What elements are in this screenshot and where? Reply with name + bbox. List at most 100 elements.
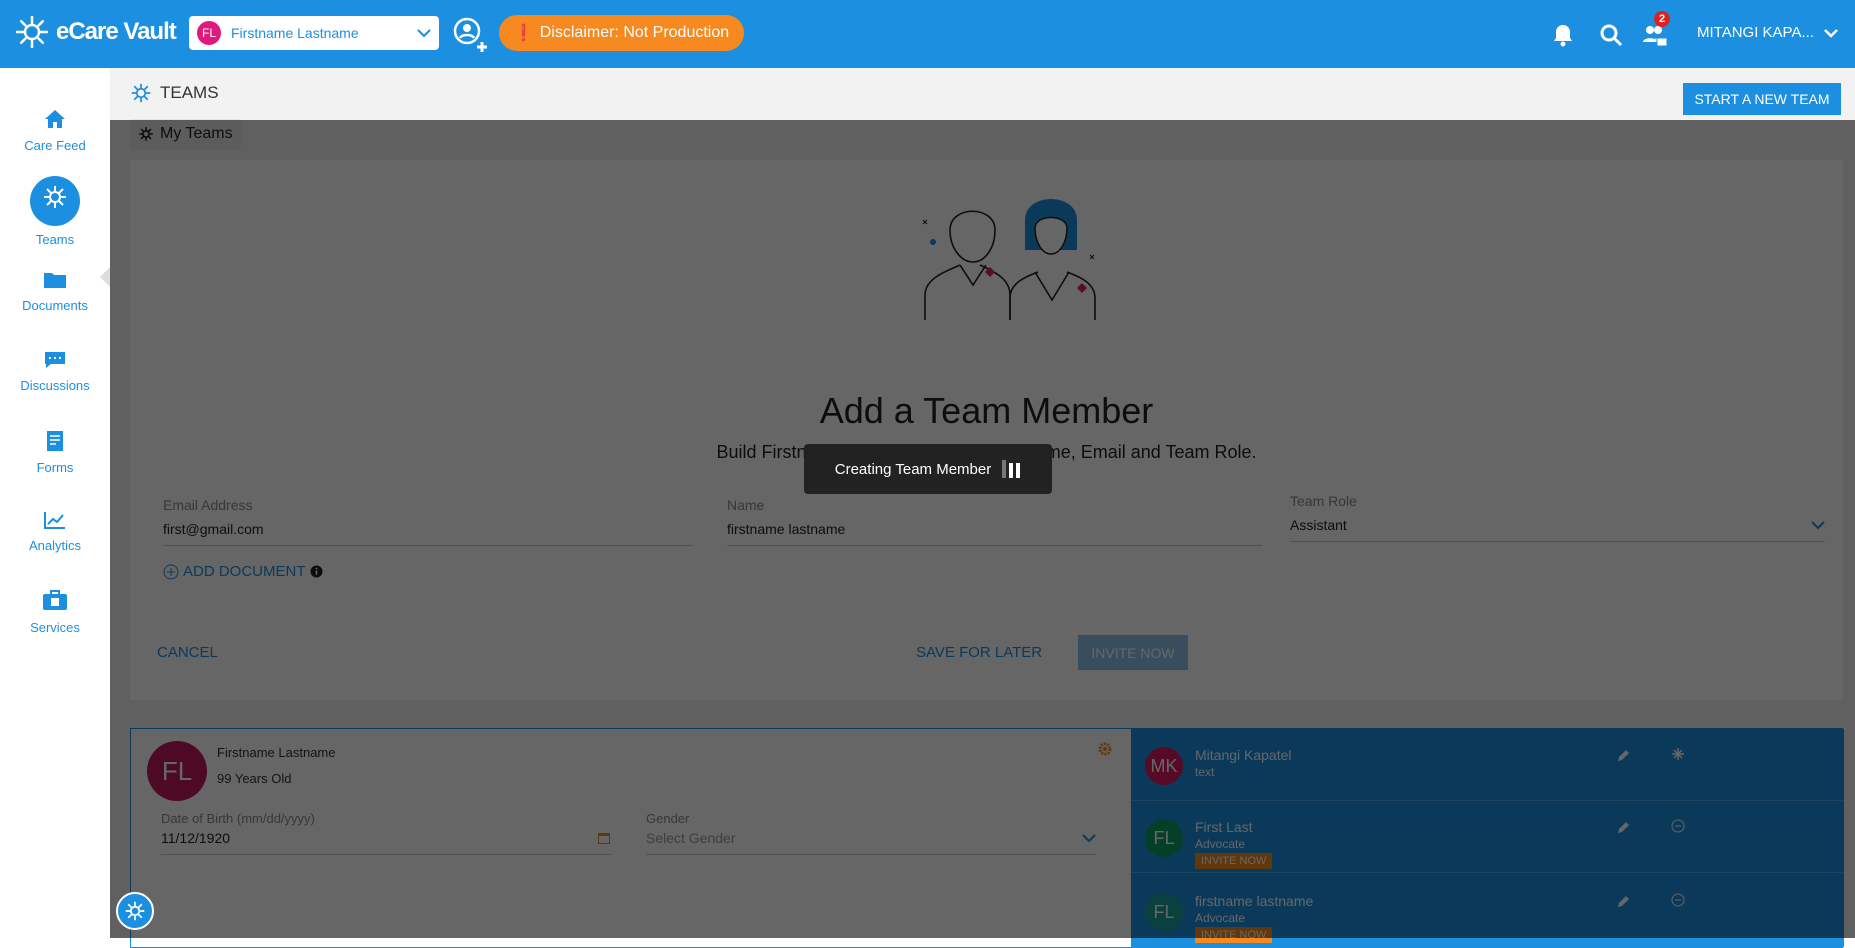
- teams-active-indicator: [30, 176, 80, 226]
- calendar-icon[interactable]: [597, 831, 611, 845]
- gender-dropdown[interactable]: Select Gender: [646, 830, 1096, 855]
- member-card: FL Firstname Lastname 99 Years Old Date …: [130, 728, 1844, 948]
- invite-now-button[interactable]: INVITE NOW: [1078, 635, 1188, 670]
- dob-value: 11/12/1920: [161, 830, 231, 846]
- person-age: 99 Years Old: [217, 771, 292, 786]
- chevron-down-icon: [417, 29, 431, 38]
- disclaimer-badge: ❗ Disclaimer: Not Production: [499, 15, 744, 51]
- gear-icon[interactable]: [1097, 741, 1113, 757]
- teams-icon: [131, 83, 151, 103]
- invite-now-badge[interactable]: INVITE NOW: [1195, 853, 1273, 869]
- disclaimer-text: Disclaimer: Not Production: [539, 24, 730, 41]
- avatar: FL: [1145, 819, 1183, 857]
- app-logo[interactable]: eCare Vault: [14, 14, 177, 50]
- folder-icon: [44, 273, 66, 288]
- user-menu[interactable]: MITANGI KAPA...: [1697, 24, 1838, 41]
- sidebar-item-label: Discussions: [20, 378, 90, 393]
- person-selector[interactable]: FL Firstname Lastname: [189, 16, 439, 50]
- main-content: TEAMS START A NEW TEAM My Teams Add a Te…: [110, 68, 1855, 948]
- email-input[interactable]: first@gmail.com: [163, 521, 693, 546]
- toast-text: Creating Team Member: [834, 460, 992, 478]
- chevron-down-icon: [1082, 834, 1096, 843]
- help-fab[interactable]: [116, 892, 154, 930]
- sidebar-item-analytics[interactable]: Analytics: [0, 510, 110, 553]
- member-role: text: [1195, 765, 1215, 779]
- name-value: firstname lastname: [727, 521, 846, 537]
- team-members-list: MK Mitangi Kapatel text FL First Last Ad…: [1131, 729, 1844, 947]
- email-field[interactable]: Email Address first@gmail.com: [163, 497, 693, 546]
- dob-field[interactable]: Date of Birth (mm/dd/yyyy) 11/12/1920: [161, 811, 611, 855]
- list-item[interactable]: FL firstname lastname Advocate INVITE NO…: [1131, 875, 1844, 947]
- add-person-icon[interactable]: [450, 15, 490, 55]
- member-name: First Last: [1195, 819, 1253, 835]
- pencil-icon[interactable]: [1616, 895, 1630, 909]
- remove-icon[interactable]: [1671, 893, 1685, 907]
- dob-input[interactable]: 11/12/1920: [161, 830, 611, 855]
- role-dropdown[interactable]: Assistant: [1290, 517, 1825, 542]
- home-icon: [45, 110, 65, 128]
- exclamation-icon: ❗: [513, 25, 534, 42]
- snowflake-icon: [1672, 748, 1684, 760]
- pencil-icon[interactable]: [1616, 749, 1630, 763]
- sidebar-item-label: Services: [30, 620, 80, 635]
- person-name: Firstname Lastname: [217, 745, 336, 760]
- sidebar-item-documents[interactable]: Documents: [0, 270, 110, 313]
- info-icon[interactable]: [310, 565, 323, 578]
- sidebar-item-label: Analytics: [28, 538, 82, 553]
- sidebar-item-forms[interactable]: Forms: [0, 430, 110, 475]
- role-label: Team Role: [1290, 493, 1357, 509]
- member-role: Advocate: [1195, 837, 1246, 851]
- team-role-select[interactable]: Team Role Assistant: [1290, 493, 1825, 542]
- save-for-later-button[interactable]: SAVE FOR LATER: [916, 644, 1042, 661]
- team-illustration-icon: [922, 199, 1096, 320]
- chevron-down-icon: [1824, 28, 1838, 38]
- sidebar-item-teams[interactable]: Teams: [0, 176, 110, 247]
- invites-badge: 2: [1654, 11, 1670, 27]
- sidebar-item-services[interactable]: Services: [0, 588, 110, 635]
- add-document-label: ADD DOCUMENT: [183, 563, 306, 580]
- invite-now-badge[interactable]: INVITE NOW: [1195, 927, 1273, 943]
- name-label: Name: [727, 497, 765, 513]
- bell-icon[interactable]: [1550, 22, 1576, 48]
- start-new-team-button[interactable]: START A NEW TEAM: [1683, 83, 1841, 115]
- form-icon: [47, 431, 63, 451]
- plus-circle-icon: [163, 564, 179, 579]
- pencil-icon[interactable]: [1616, 821, 1630, 835]
- snowflake-icon: [125, 901, 145, 921]
- search-icon[interactable]: [1598, 22, 1624, 48]
- briefcase-icon: [43, 590, 67, 610]
- dob-label: Date of Birth (mm/dd/yyyy): [161, 811, 315, 826]
- email-label: Email Address: [163, 497, 253, 513]
- sidebar-item-discussions[interactable]: Discussions: [0, 350, 110, 393]
- name-field[interactable]: Name firstname lastname: [727, 497, 1262, 546]
- name-input[interactable]: firstname lastname: [727, 521, 1262, 546]
- sidebar-item-label: Care Feed: [24, 138, 86, 153]
- sidebar-item-label: Teams: [35, 232, 75, 247]
- gender-placeholder: Select Gender: [646, 830, 736, 846]
- form-title: Add a Team Member: [819, 390, 1154, 431]
- cancel-button[interactable]: CANCEL: [157, 644, 218, 661]
- chevron-down-icon: [1811, 521, 1825, 530]
- sidebar: Care Feed Teams Documents Discussions Fo…: [0, 68, 110, 938]
- gender-select[interactable]: Gender Select Gender: [646, 811, 1096, 855]
- sidebar-item-care-feed[interactable]: Care Feed: [0, 108, 110, 153]
- add-document-link[interactable]: ADD DOCUMENT: [163, 563, 323, 580]
- person-name: Firstname Lastname: [231, 25, 359, 41]
- loading-bars-icon: [1002, 460, 1021, 478]
- gender-label: Gender: [646, 811, 690, 826]
- avatar: FL: [1145, 893, 1183, 931]
- person-avatar: FL: [197, 21, 221, 45]
- remove-icon[interactable]: [1671, 819, 1685, 833]
- sidebar-item-label: Forms: [36, 460, 74, 475]
- page-header: TEAMS START A NEW TEAM: [110, 68, 1855, 120]
- my-teams-tab[interactable]: My Teams: [130, 119, 241, 149]
- my-teams-label: My Teams: [160, 125, 233, 142]
- user-name: MITANGI KAPA...: [1697, 24, 1814, 41]
- role-value: Assistant: [1290, 517, 1347, 533]
- member-name: firstname lastname: [1195, 893, 1314, 909]
- list-item[interactable]: FL First Last Advocate INVITE NOW: [1131, 801, 1844, 873]
- list-item[interactable]: MK Mitangi Kapatel text: [1131, 729, 1844, 801]
- email-value: first@gmail.com: [163, 521, 264, 537]
- member-role: Advocate: [1195, 911, 1246, 925]
- chat-icon: [45, 352, 65, 368]
